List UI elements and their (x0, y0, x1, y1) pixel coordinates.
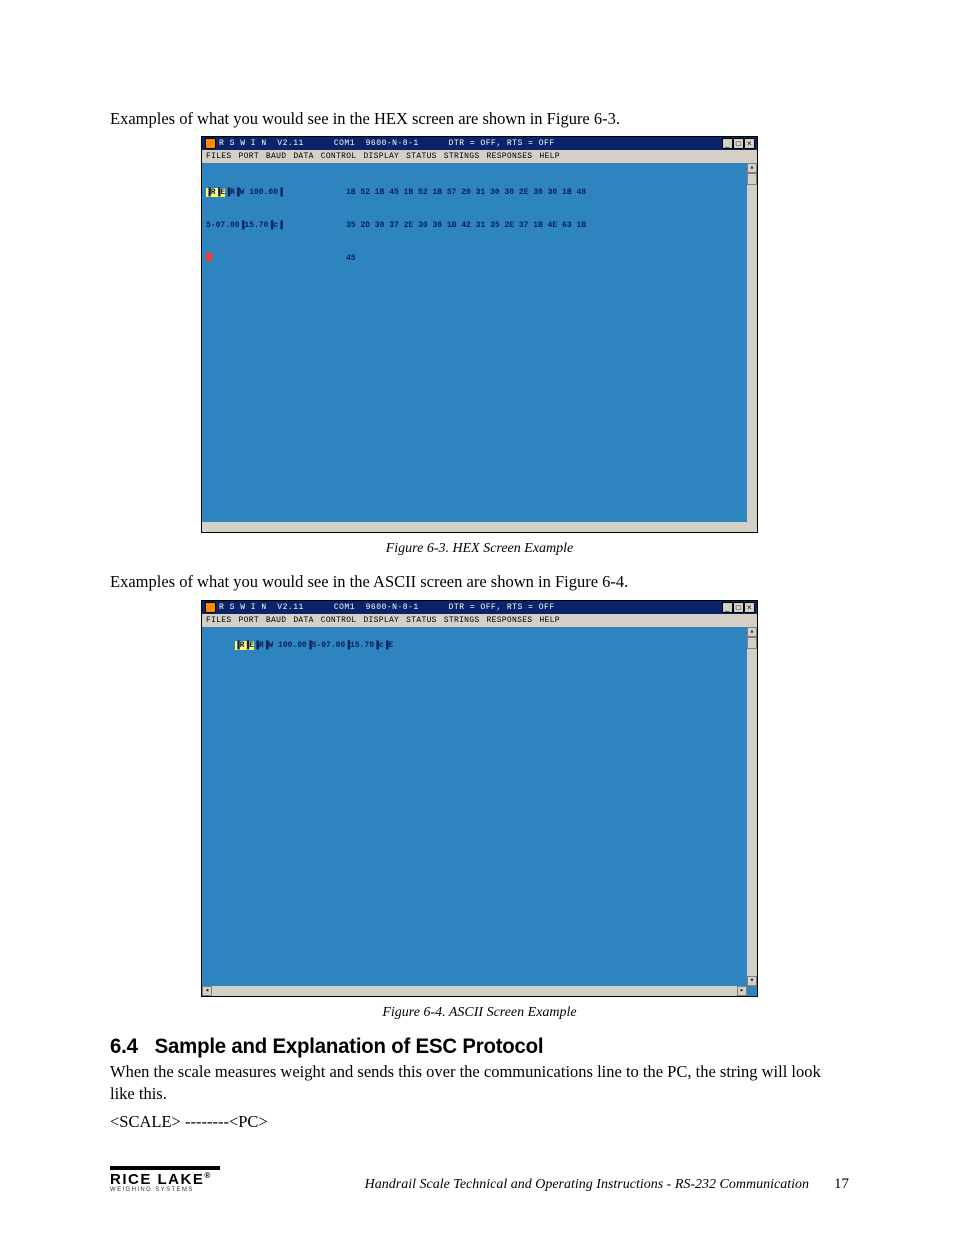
menu-responses[interactable]: RESPONSES (487, 616, 533, 625)
menu-control[interactable]: CONTROL (321, 152, 357, 161)
minimize-button[interactable]: _ (722, 602, 733, 613)
menu-port[interactable]: PORT (239, 152, 259, 161)
vertical-scrollbar[interactable]: ▴ ▾ (747, 627, 757, 986)
company-logo: RICE LAKE® WEIGHING SYSTEMS (110, 1166, 220, 1193)
menubar: FILES PORT BAUD DATA CONTROL DISPLAY STA… (202, 614, 757, 627)
menu-status[interactable]: STATUS (406, 616, 437, 625)
menu-help[interactable]: HELP (539, 152, 559, 161)
menu-files[interactable]: FILES (206, 616, 232, 625)
ascii-intro: Examples of what you would see in the AS… (110, 571, 849, 593)
scroll-thumb[interactable] (747, 173, 757, 185)
horizontal-scrollbar[interactable]: ◂ ▸ (202, 986, 747, 996)
vertical-scrollbar[interactable]: ▴ ▾ (747, 163, 757, 532)
menu-data[interactable]: DATA (293, 616, 313, 625)
cursor-icon (206, 253, 212, 261)
scroll-thumb[interactable] (747, 637, 757, 649)
flow-status: DTR = OFF, RTS = OFF (449, 603, 555, 612)
section-title: Sample and Explanation of ESC Protocol (155, 1035, 544, 1058)
hex-caption: Figure 6-3. HEX Screen Example (110, 541, 849, 557)
ascii-screen-window: R S W I N V2.11 COM1 9600-N-8-1 DTR = OF… (201, 600, 758, 997)
menu-display[interactable]: DISPLAY (363, 152, 399, 161)
menu-baud[interactable]: BAUD (266, 616, 286, 625)
menu-baud[interactable]: BAUD (266, 152, 286, 161)
app-icon (205, 138, 216, 149)
maximize-button[interactable]: □ (733, 138, 744, 149)
term-hex: 1B 52 1B 45 1B 52 1B 57 20 31 30 30 2E 3… (346, 188, 586, 197)
logo-name: RICE LAKE (110, 1171, 204, 1188)
scroll-down-icon[interactable]: ▾ (747, 976, 757, 986)
hex-screen-window: R S W I N V2.11 COM1 9600-N-8-1 DTR = OF… (201, 136, 758, 533)
footer-doc-title: Handrail Scale Technical and Operating I… (220, 1177, 809, 1193)
menu-strings[interactable]: STRINGS (444, 152, 480, 161)
menu-files[interactable]: FILES (206, 152, 232, 161)
menu-status[interactable]: STATUS (406, 152, 437, 161)
scroll-up-icon[interactable]: ▴ (747, 163, 757, 173)
section-body: When the scale measures weight and sends… (110, 1061, 849, 1106)
scroll-left-icon[interactable]: ◂ (202, 986, 212, 996)
port-status: COM1 9600-N-8-1 (334, 603, 419, 612)
close-button[interactable]: × (744, 602, 755, 613)
menu-control[interactable]: CONTROL (321, 616, 357, 625)
term-text: ▐R▐W 100.00▐ (225, 188, 283, 197)
document-page: Examples of what you would see in the HE… (0, 0, 954, 1235)
highlighted-bytes: ▐R▐E (235, 641, 254, 650)
app-name: R S W I N V2.11 (219, 139, 304, 148)
maximize-button[interactable]: □ (733, 602, 744, 613)
term-text: 5-07.00▐15.70▐c▐ (206, 220, 346, 231)
app-name: R S W I N V2.11 (219, 603, 304, 612)
page-number: 17 (809, 1176, 849, 1193)
app-icon (205, 602, 216, 613)
menubar: FILES PORT BAUD DATA CONTROL DISPLAY STA… (202, 150, 757, 163)
window-titlebar: R S W I N V2.11 COM1 9600-N-8-1 DTR = OF… (202, 601, 757, 614)
section-heading: 6.4Sample and Explanation of ESC Protoco… (110, 1035, 827, 1059)
minimize-button[interactable]: _ (722, 138, 733, 149)
highlighted-bytes: ▐R▐E (206, 188, 225, 197)
menu-responses[interactable]: RESPONSES (487, 152, 533, 161)
terminal-area: ▐R▐E▐R▐W 100.00▐ 1B 52 1B 45 1B 52 1B 57 … (202, 163, 757, 520)
term-hex: 35 2D 30 37 2E 30 30 1B 42 31 35 2E 37 1… (346, 221, 586, 230)
terminal-area: ▐R▐E▐R▐W 100.00▐5-07.00▐15.70▐c▐E (202, 627, 757, 974)
flow-status: DTR = OFF, RTS = OFF (449, 139, 555, 148)
term-text: ▐R▐W 100.00▐5-07.00▐15.70▐c▐E (254, 641, 393, 650)
port-status: COM1 9600-N-8-1 (334, 139, 419, 148)
scroll-right-icon[interactable]: ▸ (737, 986, 747, 996)
term-hex: 45 (346, 254, 356, 263)
hex-intro: Examples of what you would see in the HE… (110, 108, 849, 130)
menu-data[interactable]: DATA (293, 152, 313, 161)
page-footer: RICE LAKE® WEIGHING SYSTEMS Handrail Sca… (110, 1166, 849, 1193)
status-strip (202, 522, 757, 532)
ascii-caption: Figure 6-4. ASCII Screen Example (110, 1005, 849, 1021)
scroll-up-icon[interactable]: ▴ (747, 627, 757, 637)
menu-port[interactable]: PORT (239, 616, 259, 625)
window-titlebar: R S W I N V2.11 COM1 9600-N-8-1 DTR = OF… (202, 137, 757, 150)
protocol-string: <SCALE> --------<PC> (110, 1111, 849, 1133)
menu-display[interactable]: DISPLAY (363, 616, 399, 625)
section-number: 6.4 (110, 1035, 155, 1059)
menu-strings[interactable]: STRINGS (444, 616, 480, 625)
close-button[interactable]: × (744, 138, 755, 149)
menu-help[interactable]: HELP (539, 616, 559, 625)
